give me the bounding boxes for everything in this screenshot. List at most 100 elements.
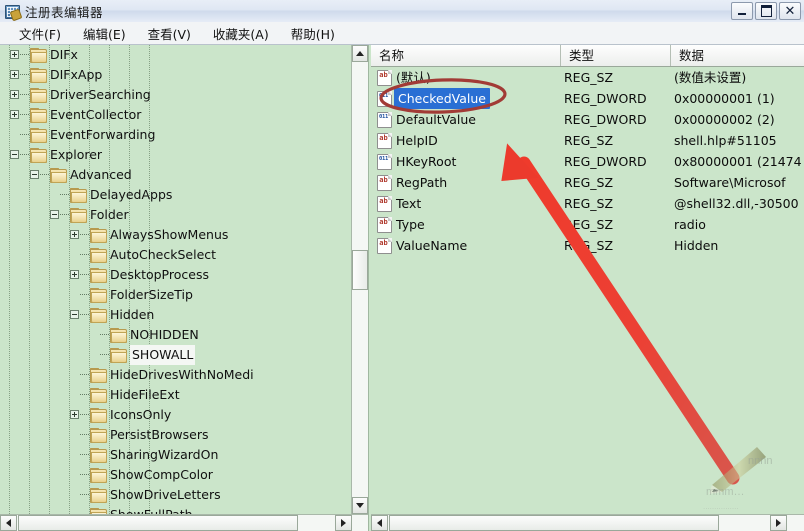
registry-editor-window: 注册表编辑器 ✕ 文件(F) 编辑(E) 查看(V) 收藏夹(A) 帮助(H) … [0, 0, 804, 531]
menu-file[interactable]: 文件(F) [8, 22, 72, 45]
menu-view[interactable]: 查看(V) [137, 22, 202, 45]
expand-icon[interactable] [70, 410, 79, 419]
tree-item-label: PersistBrowsers [110, 427, 209, 442]
collapse-icon[interactable] [50, 210, 59, 219]
value-row[interactable]: 011 HKeyRoot REG_DWORD 0x80000001 (21474 [371, 151, 804, 172]
column-header-name[interactable]: 名称 [371, 45, 561, 66]
tree-item-persistbrowsers[interactable]: PersistBrowsers [0, 425, 352, 445]
tree-item-label: FolderSizeTip [110, 287, 193, 302]
tree-vertical-scrollbar[interactable] [351, 45, 368, 514]
registry-tree[interactable]: DIFx DIFxApp DriverSearching EventCollector… [0, 45, 352, 514]
tree-item-sharingwizardon[interactable]: SharingWizardOn [0, 445, 352, 465]
tree-item-label: Advanced [70, 167, 132, 182]
tree-connector-line [20, 114, 29, 115]
column-header-data[interactable]: 数据 [671, 45, 804, 66]
tree-item-delayedapps[interactable]: DelayedApps [0, 185, 352, 205]
value-type: REG_DWORD [564, 112, 647, 127]
tree-item-showfullpath[interactable]: ShowFullPath [0, 505, 352, 514]
menu-help[interactable]: 帮助(H) [280, 22, 346, 45]
list-scroll-left-button[interactable] [371, 515, 388, 531]
collapse-icon[interactable] [30, 170, 39, 179]
triangle-down-icon [356, 503, 364, 508]
tree-item-difxapp[interactable]: DIFxApp [0, 65, 352, 85]
list-hscroll-thumb[interactable] [389, 515, 719, 531]
list-horizontal-scrollbar[interactable] [371, 514, 804, 531]
tree-connector-line [60, 214, 69, 215]
value-row[interactable]: ab HelpID REG_SZ shell.hlp#51105 [371, 130, 804, 151]
tree-item-folder[interactable]: Folder [0, 205, 352, 225]
expand-icon[interactable] [10, 90, 19, 99]
tree-item-showall[interactable]: SHOWALL [0, 345, 352, 365]
expand-icon[interactable] [70, 230, 79, 239]
tree-item-label: DelayedApps [90, 187, 173, 202]
triangle-right-icon [341, 519, 346, 527]
folder-icon [90, 448, 107, 463]
tree-item-nohidden[interactable]: NOHIDDEN [0, 325, 352, 345]
value-row[interactable]: ab ValueName REG_SZ Hidden [371, 235, 804, 256]
folder-icon [90, 308, 107, 323]
tree-item-explorer[interactable]: Explorer [0, 145, 352, 165]
value-row[interactable]: ab Text REG_SZ @shell32.dll,-30500 [371, 193, 804, 214]
folder-icon [30, 148, 47, 163]
value-type: REG_SZ [564, 196, 614, 211]
tree-row-container: DIFx DIFxApp DriverSearching EventCollector… [0, 45, 352, 514]
tree-connector-line [80, 374, 89, 375]
tree-item-label: EventCollector [50, 107, 142, 122]
tree-connector-line [80, 414, 89, 415]
tree-item-difx[interactable]: DIFx [0, 45, 352, 65]
expand-icon[interactable] [10, 70, 19, 79]
tree-item-label: HideDrivesWithNoMedi [110, 367, 254, 382]
values-list[interactable]: ab (默认) REG_SZ (数值未设置) 011 CheckedValue REG_DW… [371, 67, 804, 531]
tree-scroll-thumb[interactable] [352, 250, 368, 290]
tree-item-hidden[interactable]: Hidden [0, 305, 352, 325]
close-button[interactable]: ✕ [779, 2, 801, 20]
list-scroll-right-button[interactable] [770, 515, 787, 531]
value-row[interactable]: ab Type REG_SZ radio [371, 214, 804, 235]
tree-item-foldersizetip[interactable]: FolderSizeTip [0, 285, 352, 305]
expand-icon[interactable] [70, 270, 79, 279]
tree-item-showdriveletters[interactable]: ShowDriveLetters [0, 485, 352, 505]
folder-icon [90, 428, 107, 443]
tree-item-label: ShowDriveLetters [110, 487, 221, 502]
tree-scroll-up-button[interactable] [352, 45, 368, 62]
folder-icon [70, 208, 87, 223]
tree-connector-line [20, 54, 29, 55]
column-header-type[interactable]: 类型 [561, 45, 671, 66]
tree-item-hidefileext[interactable]: HideFileExt [0, 385, 352, 405]
tree-item-showcompcolor[interactable]: ShowCompColor [0, 465, 352, 485]
tree-hscroll-thumb[interactable] [18, 515, 298, 531]
tree-item-eventforwarding[interactable]: EventForwarding [0, 125, 352, 145]
tree-item-iconsonly[interactable]: IconsOnly [0, 405, 352, 425]
tree-scroll-right-button[interactable] [335, 515, 352, 531]
value-row[interactable]: 011 CheckedValue REG_DWORD 0x00000001 (1) [371, 88, 804, 109]
value-row[interactable]: ab (默认) REG_SZ (数值未设置) [371, 67, 804, 88]
tree-item-eventcollector[interactable]: EventCollector [0, 105, 352, 125]
minimize-button[interactable] [731, 2, 753, 20]
tree-item-desktopprocess[interactable]: DesktopProcess [0, 265, 352, 285]
folder-icon [90, 408, 107, 423]
tree-item-driversearching[interactable]: DriverSearching [0, 85, 352, 105]
tree-item-alwaysshowmenus[interactable]: AlwaysShowMenus [0, 225, 352, 245]
folder-icon [90, 488, 107, 503]
value-row[interactable]: ab RegPath REG_SZ Software\Microsof [371, 172, 804, 193]
value-row[interactable]: 011 DefaultValue REG_DWORD 0x00000002 (2) [371, 109, 804, 130]
collapse-icon[interactable] [70, 310, 79, 319]
string-value-icon: ab [377, 133, 392, 149]
menu-edit[interactable]: 编辑(E) [72, 22, 137, 45]
tree-scroll-down-button[interactable] [352, 497, 368, 514]
expand-icon[interactable] [10, 110, 19, 119]
expand-icon[interactable] [10, 50, 19, 59]
value-data: 0x00000001 (1) [674, 91, 775, 106]
collapse-icon[interactable] [10, 150, 19, 159]
string-value-icon: ab [377, 70, 392, 86]
tree-item-label: ShowCompColor [110, 467, 213, 482]
tree-item-advanced[interactable]: Advanced [0, 165, 352, 185]
tree-item-hidedriveswithnomedi[interactable]: HideDrivesWithNoMedi [0, 365, 352, 385]
menu-favorites[interactable]: 收藏夹(A) [202, 22, 280, 45]
tree-scroll-left-button[interactable] [0, 515, 17, 531]
tree-item-autocheckselect[interactable]: AutoCheckSelect [0, 245, 352, 265]
tree-connector-line [80, 434, 89, 435]
value-name: HelpID [396, 133, 438, 148]
tree-horizontal-scrollbar[interactable] [0, 514, 368, 531]
maximize-button[interactable] [755, 2, 777, 20]
